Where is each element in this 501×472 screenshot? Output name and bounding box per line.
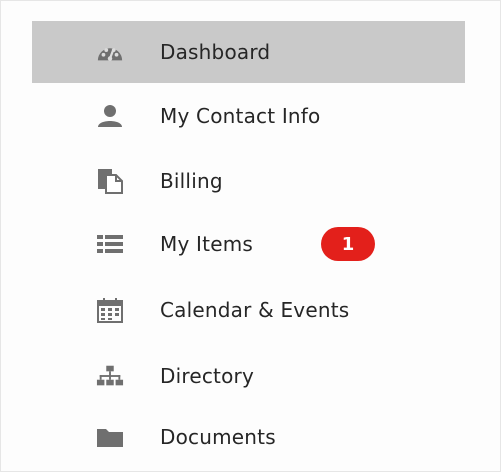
sidebar-item-label: Dashboard	[160, 40, 271, 64]
sidebar-item-label: My Items	[160, 232, 253, 256]
sitemap-icon	[96, 364, 124, 388]
sidebar-panel: Dashboard My Contact Info Billing My Ite…	[0, 0, 501, 472]
sidebar-item-billing[interactable]: Billing	[32, 149, 465, 213]
sidebar-item-dashboard[interactable]: Dashboard	[32, 21, 465, 83]
folder-icon	[96, 425, 124, 449]
sidebar-item-my-items[interactable]: My Items 1	[32, 213, 465, 275]
sidebar-item-directory[interactable]: Directory	[32, 345, 465, 407]
sidebar-item-label: Billing	[160, 169, 223, 193]
user-icon	[96, 104, 124, 128]
notification-badge: 1	[321, 227, 375, 261]
list-icon	[96, 232, 124, 256]
sidebar-item-label: Calendar & Events	[160, 298, 350, 322]
sidebar-item-label: Directory	[160, 364, 254, 388]
sidebar-item-documents[interactable]: Documents	[32, 407, 465, 467]
calendar-icon	[96, 298, 124, 323]
billing-icon	[96, 169, 124, 194]
sidebar-item-calendar-events[interactable]: Calendar & Events	[32, 275, 465, 345]
sidebar-item-label: Documents	[160, 425, 276, 449]
sidebar-nav: Dashboard My Contact Info Billing My Ite…	[32, 21, 465, 467]
sidebar-item-label: My Contact Info	[160, 104, 321, 128]
dashboard-icon	[96, 40, 124, 64]
sidebar-item-my-contact-info[interactable]: My Contact Info	[32, 83, 465, 149]
